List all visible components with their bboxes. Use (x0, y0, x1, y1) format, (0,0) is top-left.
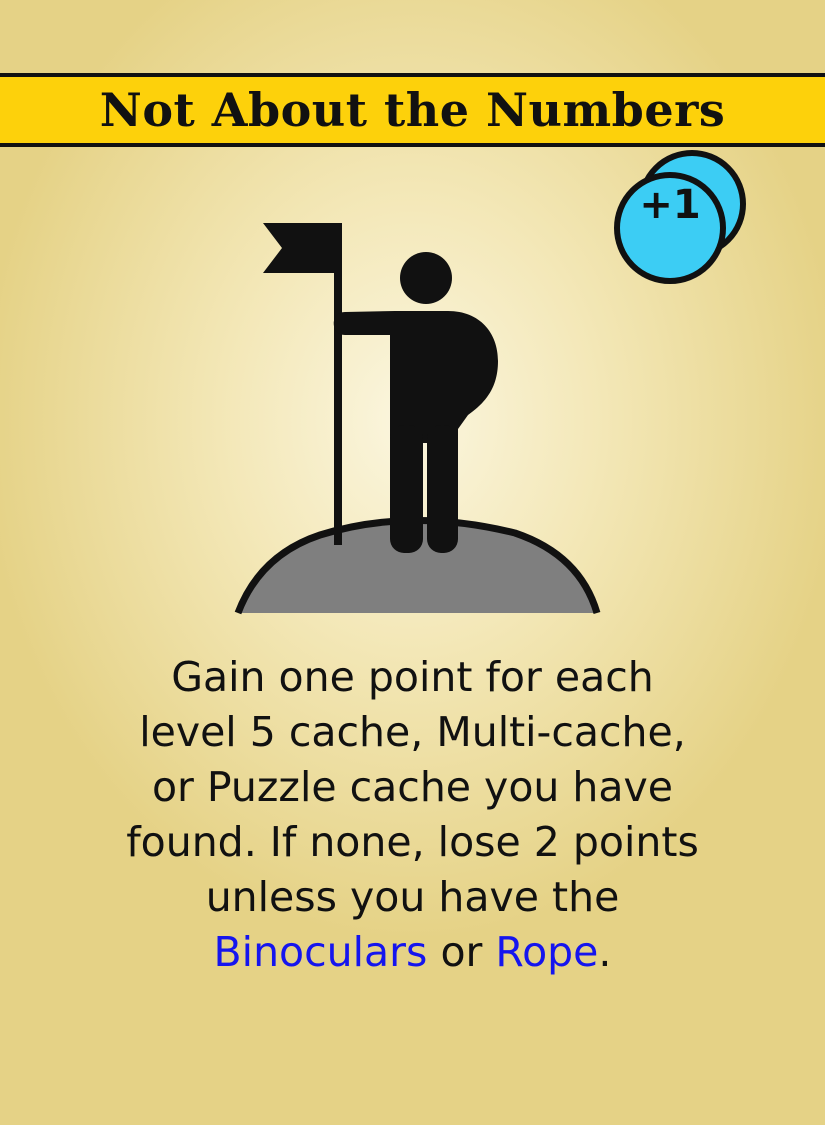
rule-line: or Puzzle cache you have (151, 763, 674, 811)
rule-ending: . (598, 928, 612, 976)
rule-line: level 5 cache, Multi-cache, (139, 708, 686, 756)
card-title: Not About the Numbers (99, 83, 726, 137)
card-title-bar: Not About the Numbers (0, 73, 825, 147)
point-value-badge: +1 (639, 182, 701, 228)
coin-badge: +1 (612, 150, 762, 290)
keyword-binoculars: Binoculars (213, 928, 428, 976)
rule-text: Gain one point for each level 5 cache, M… (60, 650, 765, 980)
keyword-rope: Rope (495, 928, 599, 976)
rule-line: unless you have the (205, 873, 620, 921)
person-with-flag-on-hill-icon (234, 223, 601, 615)
rule-line-final: Binoculars or Rope. (60, 925, 765, 980)
rule-line: Gain one point for each (171, 653, 654, 701)
rule-connector: or (427, 928, 496, 976)
rule-line: found. If none, lose 2 points (126, 818, 699, 866)
illustration (230, 215, 605, 620)
